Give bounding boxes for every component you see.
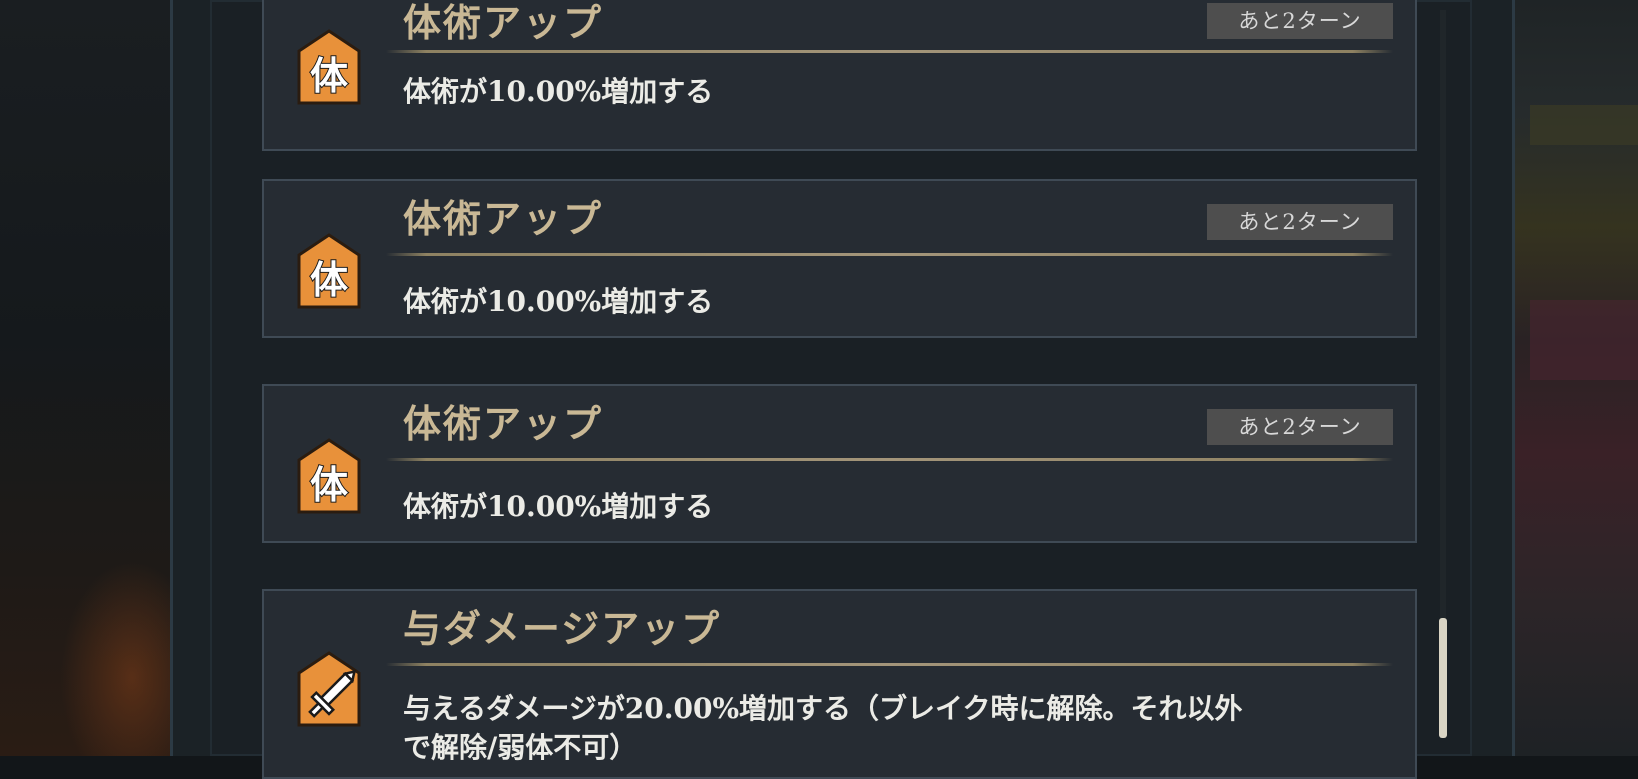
divider (386, 50, 1393, 53)
scrollbar-track[interactable] (1440, 10, 1446, 710)
divider (386, 253, 1393, 256)
turns-remaining-badge: あと2ターン (1207, 204, 1393, 240)
divider (386, 458, 1393, 461)
background-band (1530, 105, 1638, 145)
buff-title: 体術アップ (403, 401, 604, 446)
sword-icon (297, 651, 361, 729)
buff-item: 体 体術アップ あと2ターン 体術が10.00%増加する (262, 384, 1417, 543)
buff-title: 体術アップ (403, 0, 604, 45)
buff-title: 与ダメージアップ (403, 606, 722, 651)
buff-item: 与ダメージアップ 与えるダメージが20.00%増加する（ブレイク時に解除。それ以… (262, 589, 1417, 779)
buff-description: 体術が10.00%増加する (403, 490, 714, 523)
icon-glyph: 体 (310, 462, 348, 507)
buff-description-line: 与えるダメージが20.00%増加する（ブレイク時に解除。それ以外 (403, 692, 1243, 725)
buff-title: 体術アップ (403, 196, 604, 241)
taijutsu-icon: 体 (297, 29, 361, 107)
taijutsu-icon: 体 (297, 233, 361, 311)
turns-remaining-badge: あと2ターン (1207, 3, 1393, 39)
turns-remaining-badge: あと2ターン (1207, 409, 1393, 445)
buff-description: 体術が10.00%増加する (403, 285, 714, 318)
scrollbar-thumb[interactable] (1439, 618, 1447, 738)
background-glow (60, 560, 180, 756)
divider (386, 663, 1393, 666)
taijutsu-icon: 体 (297, 438, 361, 516)
buff-description-line: で解除/弱体不可） (403, 731, 638, 765)
icon-glyph: 体 (310, 257, 348, 302)
buff-description: 体術が10.00%増加する (403, 75, 714, 108)
background-band (1530, 300, 1638, 380)
icon-glyph: 体 (310, 53, 348, 98)
buff-item: 体 体術アップ あと2ターン 体術が10.00%増加する (262, 0, 1417, 151)
buff-item: 体 体術アップ あと2ターン 体術が10.00%増加する (262, 179, 1417, 338)
